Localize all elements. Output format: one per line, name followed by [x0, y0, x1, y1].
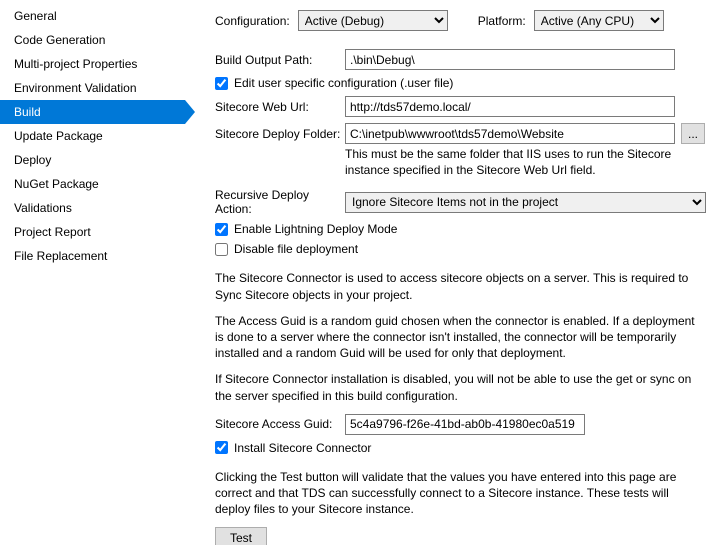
- install-sitecore-connector-label: Install Sitecore Connector: [234, 441, 371, 455]
- sitecore-deploy-folder-input[interactable]: [345, 123, 675, 144]
- edit-user-config-label: Edit user specific configuration (.user …: [234, 76, 453, 90]
- configuration-select[interactable]: Active (Debug): [298, 10, 448, 31]
- build-output-path-label: Build Output Path:: [215, 53, 345, 67]
- sitecore-web-url-label: Sitecore Web Url:: [215, 100, 345, 114]
- test-button[interactable]: Test: [215, 527, 267, 545]
- sidebar-item-project-report[interactable]: Project Report: [0, 220, 185, 244]
- sidebar-item-multi-project-properties[interactable]: Multi-project Properties: [0, 52, 185, 76]
- sidebar-item-update-package[interactable]: Update Package: [0, 124, 185, 148]
- access-guid-description: The Access Guid is a random guid chosen …: [215, 313, 706, 362]
- sitecore-access-guid-input[interactable]: [345, 414, 585, 435]
- sidebar-item-nuget-package[interactable]: NuGet Package: [0, 172, 185, 196]
- sidebar-item-build[interactable]: Build: [0, 100, 185, 124]
- sitecore-access-guid-label: Sitecore Access Guid:: [215, 417, 345, 431]
- install-disabled-description: If Sitecore Connector installation is di…: [215, 371, 706, 403]
- test-description: Clicking the Test button will validate t…: [215, 469, 706, 518]
- enable-lightning-checkbox[interactable]: [215, 223, 228, 236]
- configuration-label: Configuration:: [215, 14, 290, 28]
- sidebar-item-file-replacement[interactable]: File Replacement: [0, 244, 185, 268]
- browse-folder-button[interactable]: ...: [681, 123, 705, 144]
- sidebar-item-validations[interactable]: Validations: [0, 196, 185, 220]
- sidebar-item-environment-validation[interactable]: Environment Validation: [0, 76, 185, 100]
- recursive-deploy-action-label: Recursive Deploy Action:: [215, 188, 345, 216]
- sitecore-web-url-input[interactable]: [345, 96, 675, 117]
- main-panel: Configuration: Active (Debug) Platform: …: [185, 0, 722, 545]
- install-sitecore-connector-checkbox[interactable]: [215, 441, 228, 454]
- edit-user-config-checkbox[interactable]: [215, 77, 228, 90]
- disable-file-deployment-label: Disable file deployment: [234, 242, 358, 256]
- recursive-deploy-action-select[interactable]: Ignore Sitecore Items not in the project: [345, 192, 706, 213]
- sidebar-item-general[interactable]: General: [0, 4, 185, 28]
- enable-lightning-label: Enable Lightning Deploy Mode: [234, 222, 397, 236]
- sidebar-item-deploy[interactable]: Deploy: [0, 148, 185, 172]
- platform-select[interactable]: Active (Any CPU): [534, 10, 664, 31]
- sidebar-item-code-generation[interactable]: Code Generation: [0, 28, 185, 52]
- deploy-folder-hint: This must be the same folder that IIS us…: [345, 146, 706, 178]
- disable-file-deployment-checkbox[interactable]: [215, 243, 228, 256]
- sidebar: General Code Generation Multi-project Pr…: [0, 0, 185, 545]
- build-output-path-input[interactable]: [345, 49, 675, 70]
- platform-label: Platform:: [478, 14, 526, 28]
- sitecore-deploy-folder-label: Sitecore Deploy Folder:: [215, 127, 345, 141]
- connector-description: The Sitecore Connector is used to access…: [215, 270, 706, 302]
